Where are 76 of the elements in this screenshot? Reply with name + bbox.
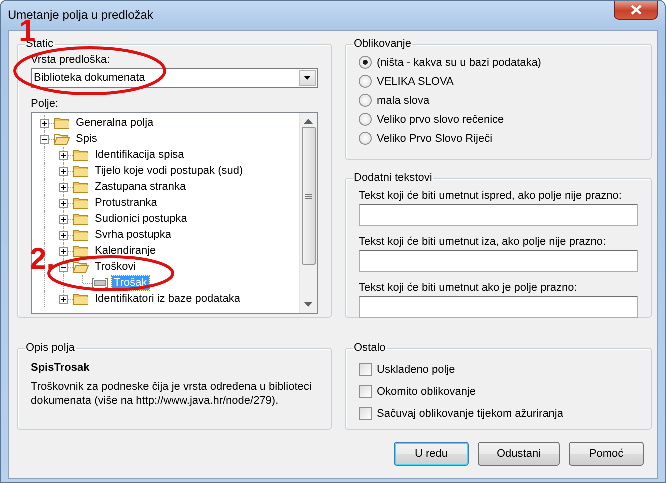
scroll-down-icon[interactable]	[304, 302, 313, 307]
checkbox-label: Usklađeno polje	[377, 364, 456, 376]
checkbox-label: Okomito oblikovanje	[377, 386, 476, 398]
field-label: Tekst koji će biti umetnut ispred, ako polje nije prazno:	[359, 190, 623, 202]
template-type-dropdown[interactable]: Biblioteka dokumenata	[31, 68, 318, 88]
close-icon	[630, 5, 642, 15]
group-title: Oblikovanje	[353, 38, 412, 50]
annotation-number: 2.	[30, 245, 56, 275]
expand-icon[interactable]	[59, 150, 68, 160]
field-label: Tekst koji će biti umetnut ako je polje prazno:	[359, 282, 578, 294]
field-icon	[92, 275, 108, 291]
dialog-button[interactable]: U redu	[394, 442, 469, 466]
group-title: Dodatni tekstovi	[353, 172, 434, 184]
field-label: Tekst koji će biti umetnut iza, ako polje nije prazno:	[359, 236, 608, 248]
checkbox[interactable]	[359, 385, 372, 398]
tree-item[interactable]: Generalna polja	[74, 116, 156, 130]
radio-button[interactable]	[359, 75, 372, 88]
text-field[interactable]	[359, 250, 638, 272]
radio-label: Veliko prvo slovo rečenice	[377, 114, 504, 126]
folder-icon	[54, 131, 70, 147]
field-label: Vrsta predloška:	[31, 54, 112, 66]
folder-icon	[73, 163, 89, 179]
checkbox[interactable]	[359, 363, 372, 376]
tree-item[interactable]: Zastupana stranka	[93, 180, 188, 194]
folder-icon	[73, 259, 89, 275]
group-title: Opis polja	[25, 342, 76, 354]
checkbox-label: Sačuvaj oblikovanje tijekom ažuriranja	[377, 408, 564, 420]
tree-item[interactable]: Svrha postupka	[93, 228, 174, 242]
expand-icon[interactable]	[59, 166, 68, 176]
close-button[interactable]	[614, 1, 658, 20]
tree-item[interactable]: Kalendiranje	[93, 244, 158, 258]
radio-button[interactable]	[359, 94, 372, 107]
dialog-button[interactable]: Odustani	[478, 442, 560, 466]
tree-item[interactable]: Sudionici postupka	[93, 212, 190, 226]
scrollbar[interactable]	[299, 113, 317, 313]
expand-icon[interactable]	[59, 182, 68, 192]
tree-item[interactable]: Identifikatori iz baze podataka	[93, 292, 243, 306]
text-field[interactable]	[359, 296, 638, 318]
field-description: Troškovnik za podneske čija je vrsta određena u biblioteci dokumenata (više na http://www.java.hr/node/279).	[31, 380, 313, 408]
tree-item[interactable]: Protustranka	[93, 196, 160, 210]
folder-icon	[73, 195, 89, 211]
window-title: Umetanje polja u predložak	[8, 8, 154, 22]
radio-label: Veliko Prvo Slovo Riječi	[377, 132, 493, 144]
scroll-up-icon[interactable]	[304, 119, 313, 124]
folder-icon	[54, 115, 70, 131]
tree-item[interactable]: Troškovi	[93, 260, 138, 274]
folder-icon	[73, 243, 89, 259]
folder-icon	[73, 227, 89, 243]
field-label: Polje:	[31, 98, 60, 110]
radio-label: VELIKA SLOVA	[377, 76, 454, 88]
collapse-icon[interactable]	[40, 134, 49, 144]
expand-icon[interactable]	[59, 246, 68, 256]
radio-button[interactable]	[359, 56, 372, 69]
checkbox[interactable]	[359, 407, 372, 420]
radio-label: mala slova	[377, 94, 430, 106]
radio-label: (ništa - kakva su u bazi podataka)	[377, 56, 542, 68]
folder-icon	[73, 147, 89, 163]
text-field[interactable]	[359, 204, 638, 226]
tree-item[interactable]: Tijelo koje vodi postupak (sud)	[93, 164, 246, 178]
expand-icon[interactable]	[59, 294, 68, 304]
scrollbar-thumb[interactable]	[302, 127, 316, 265]
expand-icon[interactable]	[59, 214, 68, 224]
caret-icon	[304, 76, 311, 80]
radio-button[interactable]	[359, 132, 372, 145]
expand-icon[interactable]	[40, 118, 49, 128]
folder-icon	[73, 211, 89, 227]
radio-button[interactable]	[359, 113, 372, 126]
tree-item[interactable]: Spis	[74, 132, 100, 146]
dialog-button[interactable]: Pomoć	[569, 442, 644, 466]
tree-item[interactable]: Identifikacija spisa	[93, 148, 186, 162]
expand-icon[interactable]	[59, 198, 68, 208]
field-name: SpisTrosak	[31, 362, 91, 374]
group-title: Ostalo	[353, 342, 387, 354]
folder-icon	[73, 179, 89, 195]
folder-icon	[73, 291, 89, 307]
expand-icon[interactable]	[59, 230, 68, 240]
